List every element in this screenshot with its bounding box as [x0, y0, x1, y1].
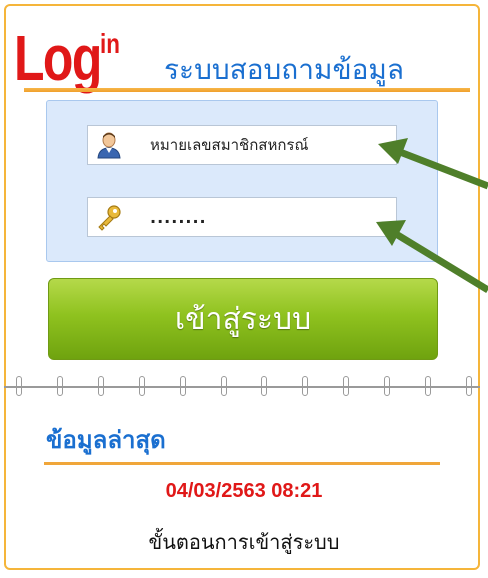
logo-sup-text: in — [100, 28, 120, 59]
binder-rings — [14, 376, 474, 398]
login-form: หมายเลขสมาชิกสหกรณ์ ........ — [46, 100, 438, 262]
binder-ring — [178, 376, 188, 398]
binder-ring — [219, 376, 229, 398]
member-id-value: หมายเลขสมาชิกสหกรณ์ — [150, 136, 309, 154]
latest-info-link[interactable]: ขั้นตอนการเข้าสู่ระบบ — [0, 526, 488, 558]
binder-ring — [96, 376, 106, 398]
system-title: ระบบสอบถามข้อมูล — [164, 53, 405, 86]
password-value: ........ — [150, 207, 207, 227]
password-field[interactable]: ........ — [87, 197, 397, 237]
binder-ring — [423, 376, 433, 398]
login-button-label: เข้าสู่ระบบ — [174, 301, 312, 337]
binder-ring — [55, 376, 65, 398]
latest-info-date: 04/03/2563 08:21 — [165, 480, 323, 502]
latest-info-title: ข้อมูลล่าสุด — [46, 426, 166, 454]
binder-ring — [300, 376, 310, 398]
binder-ring — [464, 376, 474, 398]
latest-info-underline — [44, 462, 440, 465]
binder-ring — [137, 376, 147, 398]
member-id-field[interactable]: หมายเลขสมาชิกสหกรณ์ — [87, 125, 397, 165]
title-underline — [24, 88, 470, 92]
binder-ring — [382, 376, 392, 398]
binder-ring — [14, 376, 24, 398]
key-icon — [88, 198, 130, 236]
binder-ring — [341, 376, 351, 398]
login-logo: Log in — [14, 22, 125, 94]
binder-ring — [259, 376, 269, 398]
logo-main-text: Log — [14, 22, 102, 94]
login-button[interactable]: เข้าสู่ระบบ — [48, 278, 438, 360]
user-icon — [88, 126, 130, 164]
